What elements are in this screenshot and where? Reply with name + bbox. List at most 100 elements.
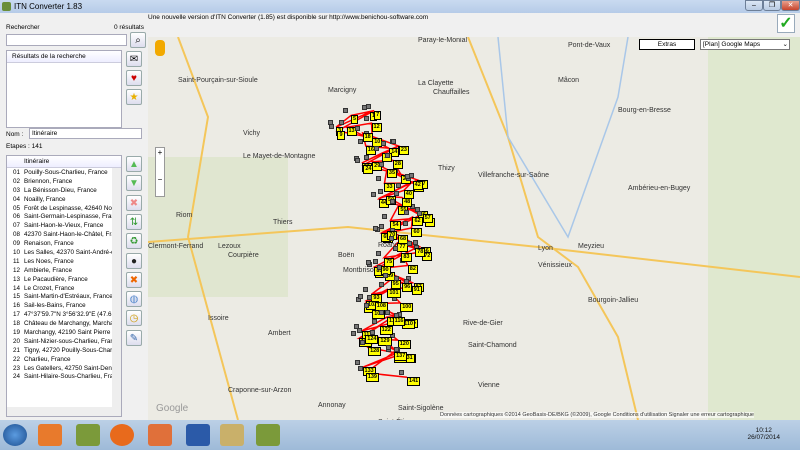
itn-converter-window-icon[interactable] bbox=[256, 424, 280, 446]
route-list-item[interactable]: 21 Tigny, 42720 Pouilly-Sous-Charlieu bbox=[7, 346, 121, 355]
map-waypoint-square[interactable] bbox=[390, 138, 396, 144]
paint-icon[interactable] bbox=[220, 424, 244, 446]
route-list-item[interactable]: 10Les Salles, 42370 Saint-André-d'Apchon bbox=[7, 248, 121, 257]
route-list-item[interactable]: 23 Les Gatellers, 42750 Saint-Denis bbox=[7, 364, 121, 373]
close-button[interactable]: ✕ bbox=[781, 0, 800, 11]
search-button[interactable]: ⌕ bbox=[130, 32, 146, 48]
map-waypoint-square[interactable] bbox=[376, 250, 382, 256]
map-waypoint-marker[interactable]: 5 bbox=[351, 115, 359, 125]
map-waypoint-square[interactable] bbox=[379, 224, 385, 230]
map-waypoint-marker[interactable]: 57 bbox=[422, 214, 433, 224]
route-list-item[interactable]: 03 La Bénisson-Dieu, France bbox=[7, 186, 121, 195]
recycle-bin-icon[interactable]: ♻ bbox=[126, 233, 142, 250]
route-list-item[interactable]: 18 Château de Marchangy, Marchangy bbox=[7, 319, 121, 328]
map-waypoint-square[interactable] bbox=[394, 190, 400, 196]
map-waypoint-square[interactable] bbox=[366, 294, 372, 300]
map-waypoint-marker[interactable]: 42 bbox=[412, 181, 423, 191]
route-list-item[interactable]: 22 Charlieu, France bbox=[7, 355, 121, 364]
map-waypoint-marker[interactable]: 12 bbox=[371, 123, 382, 133]
map-waypoint-marker[interactable]: 75 bbox=[384, 257, 395, 267]
map-waypoint-square[interactable] bbox=[343, 108, 349, 114]
route-list-item[interactable]: 20 Saint-Nizier-sous-Charlieu, France bbox=[7, 337, 121, 346]
stopwatch-icon[interactable]: ◷ bbox=[126, 310, 142, 327]
edit-icon[interactable]: ✎ bbox=[126, 329, 142, 346]
map-waypoint-square[interactable] bbox=[354, 360, 360, 366]
map-waypoint-square[interactable] bbox=[378, 310, 384, 316]
route-list-item[interactable]: 16 Sail-les-Bains, France bbox=[7, 301, 121, 310]
route-list-item[interactable]: 11 Les Noes, France bbox=[7, 257, 121, 266]
route-list-item[interactable]: 15 Saint-Martin-d'Estréaux, France bbox=[7, 292, 121, 301]
validate-checkmark-icon[interactable]: ✓ bbox=[777, 14, 795, 33]
route-list-item[interactable]: 04 Noailly, France bbox=[7, 195, 121, 204]
route-list-item[interactable]: 09 Renaison, France bbox=[7, 239, 121, 248]
search-results-list[interactable]: Résultats de la recherche bbox=[6, 50, 122, 128]
map-waypoint-marker[interactable]: 77 bbox=[397, 242, 408, 252]
horizontal-scrollbar[interactable] bbox=[7, 407, 121, 416]
start-button[interactable] bbox=[3, 424, 27, 446]
map-waypoint-square[interactable] bbox=[399, 370, 405, 376]
route-list-item[interactable]: 24 Saint-Hilaire-Sous-Charlieu, France bbox=[7, 372, 121, 381]
map-waypoint-marker[interactable]: 100 bbox=[400, 302, 414, 312]
map-waypoint-square[interactable] bbox=[357, 365, 363, 371]
map-waypoint-square[interactable] bbox=[366, 103, 372, 109]
map-waypoint-marker[interactable]: 122 bbox=[379, 325, 393, 335]
itn-converter-icon[interactable] bbox=[76, 424, 100, 446]
map-waypoint-square[interactable] bbox=[389, 235, 395, 241]
route-list-item[interactable]: 12 Ambierle, France bbox=[7, 266, 121, 275]
map-waypoint-marker[interactable]: 60 bbox=[411, 228, 422, 238]
map-waypoint-square[interactable] bbox=[403, 221, 409, 227]
map-waypoint-square[interactable] bbox=[379, 282, 385, 288]
map-waypoint-marker[interactable]: 91 bbox=[411, 286, 422, 296]
map-waypoint-square[interactable] bbox=[364, 302, 370, 308]
route-list[interactable]: Itinéraire 01 Pouilly-Sous-Charlieu, Fran… bbox=[6, 155, 122, 417]
route-list-item[interactable]: 01 Pouilly-Sous-Charlieu, France bbox=[7, 168, 121, 177]
map-waypoint-marker[interactable]: 62 bbox=[412, 217, 423, 227]
update-notice[interactable]: Une nouvelle version d'ITN Converter (1.… bbox=[148, 14, 428, 21]
move-down-arrow-icon[interactable]: ▼ bbox=[126, 175, 142, 192]
route-list-item[interactable]: 08 42370 Saint-Haon-le-Châtel, France bbox=[7, 230, 121, 239]
route-list-item[interactable]: 02 Briennon, France bbox=[7, 177, 121, 186]
map-waypoint-marker[interactable]: 23 bbox=[398, 145, 409, 155]
extras-button[interactable]: Extras bbox=[639, 39, 695, 50]
map-waypoint-square[interactable] bbox=[363, 287, 369, 293]
minimize-button[interactable]: – bbox=[745, 0, 763, 11]
word-icon[interactable] bbox=[186, 424, 210, 446]
system-clock[interactable]: 10:12 26/07/2014 bbox=[747, 427, 780, 441]
route-name-input[interactable] bbox=[29, 128, 142, 139]
map-waypoint-square[interactable] bbox=[378, 162, 384, 168]
map-waypoint-square[interactable] bbox=[384, 153, 390, 159]
route-list-item[interactable]: 13 Le Pacaudière, France bbox=[7, 275, 121, 284]
map-waypoint-square[interactable] bbox=[404, 174, 410, 180]
map-waypoint-square[interactable] bbox=[382, 213, 388, 219]
map-waypoint-square[interactable] bbox=[371, 318, 377, 324]
zoom-control[interactable]: + − bbox=[155, 147, 165, 197]
map-waypoint-marker[interactable]: 28 bbox=[392, 160, 403, 170]
route-list-item[interactable]: 07 Saint-Haon-le-Vieux, France bbox=[7, 221, 121, 230]
add-favorite-icon[interactable]: ♥ bbox=[126, 70, 142, 86]
map-waypoint-square[interactable] bbox=[386, 344, 392, 350]
map-waypoint-square[interactable] bbox=[358, 294, 364, 299]
map-waypoint-square[interactable] bbox=[381, 141, 387, 147]
media-player-icon[interactable] bbox=[38, 424, 62, 446]
reverse-arrows-icon[interactable]: ⇅ bbox=[126, 213, 142, 230]
map-waypoint-square[interactable] bbox=[376, 176, 382, 182]
map-waypoint-marker[interactable]: 101 bbox=[387, 289, 401, 299]
map-waypoint-square[interactable] bbox=[374, 145, 380, 151]
globe-icon[interactable]: ◍ bbox=[126, 291, 142, 308]
map-waypoint-square[interactable] bbox=[370, 192, 376, 198]
map-provider-select[interactable]: [Plan] Google Maps ⌄ bbox=[700, 39, 790, 50]
route-list-item[interactable]: 17 47°37'59.7"N 3°56'32.9"E (47.6 bbox=[7, 310, 121, 319]
map-waypoint-marker[interactable]: 95 bbox=[390, 279, 401, 289]
map-waypoint-marker[interactable]: 83 bbox=[401, 253, 412, 262]
map-waypoint-marker[interactable]: 7 bbox=[374, 110, 382, 120]
map-waypoint-square[interactable] bbox=[394, 275, 400, 281]
search-input[interactable] bbox=[6, 34, 127, 46]
map-waypoint-square[interactable] bbox=[370, 330, 376, 336]
map-waypoint-square[interactable] bbox=[414, 207, 420, 213]
map-waypoint-square[interactable] bbox=[357, 328, 363, 334]
map-waypoint-square[interactable] bbox=[363, 116, 369, 122]
map-waypoint-square[interactable] bbox=[404, 210, 410, 216]
map-waypoint-square[interactable] bbox=[350, 331, 356, 337]
route-list-item[interactable]: 14 Le Crozet, France bbox=[7, 284, 121, 293]
map-waypoint-square[interactable] bbox=[395, 183, 401, 189]
